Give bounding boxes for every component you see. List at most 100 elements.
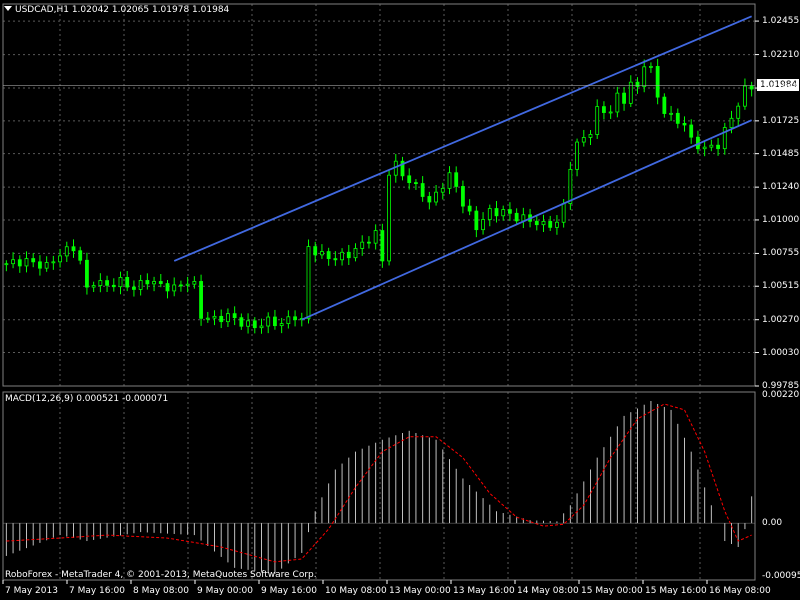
macd-tick-label: 0.002201 [762, 390, 800, 400]
candle [212, 310, 217, 326]
candle-body [279, 323, 284, 327]
price-tick-label: 1.01485 [762, 148, 800, 159]
candle [38, 255, 42, 276]
dropdown-arrow-icon[interactable] [4, 6, 12, 11]
candle [461, 180, 465, 214]
candle-body [232, 313, 237, 319]
macd-pane-border [2, 391, 756, 581]
candle [17, 255, 22, 273]
macd-tick-label: -0.000954 [762, 571, 800, 581]
macd-tick-label: 0.00 [762, 518, 783, 529]
candle [266, 312, 271, 334]
candle [434, 185, 438, 206]
candle [555, 215, 559, 235]
candle-body [615, 92, 620, 113]
candle-body [145, 280, 150, 285]
candle [320, 244, 324, 259]
candle [642, 59, 647, 93]
candle [306, 239, 311, 324]
candle-body [172, 284, 177, 292]
candle-body [655, 66, 660, 98]
chart-canvas[interactable] [0, 0, 800, 600]
candle [11, 252, 15, 269]
candle [346, 244, 351, 265]
candle [205, 311, 210, 323]
candle-body [568, 168, 573, 204]
candle [24, 251, 29, 273]
candle-body [158, 281, 163, 284]
candle-body [85, 259, 89, 288]
candle-body [494, 208, 499, 217]
candle-body [246, 320, 250, 327]
candle-body [541, 221, 546, 226]
candle [273, 309, 277, 330]
candle-body [595, 106, 600, 135]
candle-body [608, 111, 613, 114]
candle [568, 161, 573, 210]
candle [91, 281, 96, 293]
candle-body [17, 259, 22, 267]
candle-body [226, 313, 230, 323]
candle-body [212, 315, 217, 319]
candle [534, 214, 539, 231]
candle-body [743, 85, 747, 107]
candle [4, 260, 9, 272]
copyright-footer: RoboForex - MetaTrader 4, © 2001-2013, M… [5, 570, 317, 580]
candle-body [588, 134, 593, 138]
candle [367, 236, 371, 249]
candle-body [387, 174, 391, 262]
candle [58, 248, 62, 268]
candle-body [51, 261, 56, 264]
candle [192, 276, 197, 289]
candle-body [346, 251, 351, 259]
candle [111, 278, 116, 292]
candle [514, 208, 519, 225]
candle [682, 116, 687, 132]
candle [575, 138, 579, 177]
candle-body [414, 182, 418, 185]
candle-body [373, 230, 378, 244]
candle-body [152, 281, 156, 285]
macd-label: MACD(12,26,9) 0.000521 -0.000071 [5, 394, 169, 404]
time-tick-label: 10 May 08:00 [325, 586, 387, 596]
candle [85, 252, 89, 295]
candle-body [481, 219, 485, 231]
candle [78, 246, 83, 265]
candle-body [575, 141, 579, 170]
candle-body [165, 283, 170, 292]
candle [655, 58, 660, 105]
candle [501, 205, 506, 221]
candle-body [11, 259, 15, 265]
candle-body [326, 251, 331, 260]
candle [454, 166, 459, 193]
candle [481, 212, 485, 235]
price-tick-label: 1.02210 [762, 49, 800, 60]
candle [98, 273, 103, 293]
candle [286, 310, 291, 329]
candle-body [38, 261, 42, 269]
candle [615, 86, 620, 118]
candle [467, 199, 472, 216]
candle-body [487, 208, 492, 220]
candle-body [293, 316, 297, 321]
time-tick-label: 9 May 00:00 [197, 586, 253, 596]
candle-body [91, 285, 96, 288]
candle [494, 201, 499, 223]
candle [105, 275, 109, 292]
candle-body [239, 317, 244, 327]
time-tick-label: 7 May 2013 [5, 586, 58, 596]
price-tick-label: 1.02455 [762, 16, 800, 27]
candle-body [682, 122, 687, 126]
candle-body [602, 106, 606, 113]
candle [548, 215, 553, 232]
price-tick-label: 1.00515 [762, 281, 800, 292]
candle-body [313, 246, 318, 256]
candle [474, 206, 479, 238]
candle [360, 235, 365, 256]
candle [521, 207, 526, 229]
candle [165, 279, 170, 299]
candle [145, 273, 150, 290]
candle-body [716, 144, 720, 150]
candle [427, 191, 432, 210]
candle-body [427, 196, 432, 203]
